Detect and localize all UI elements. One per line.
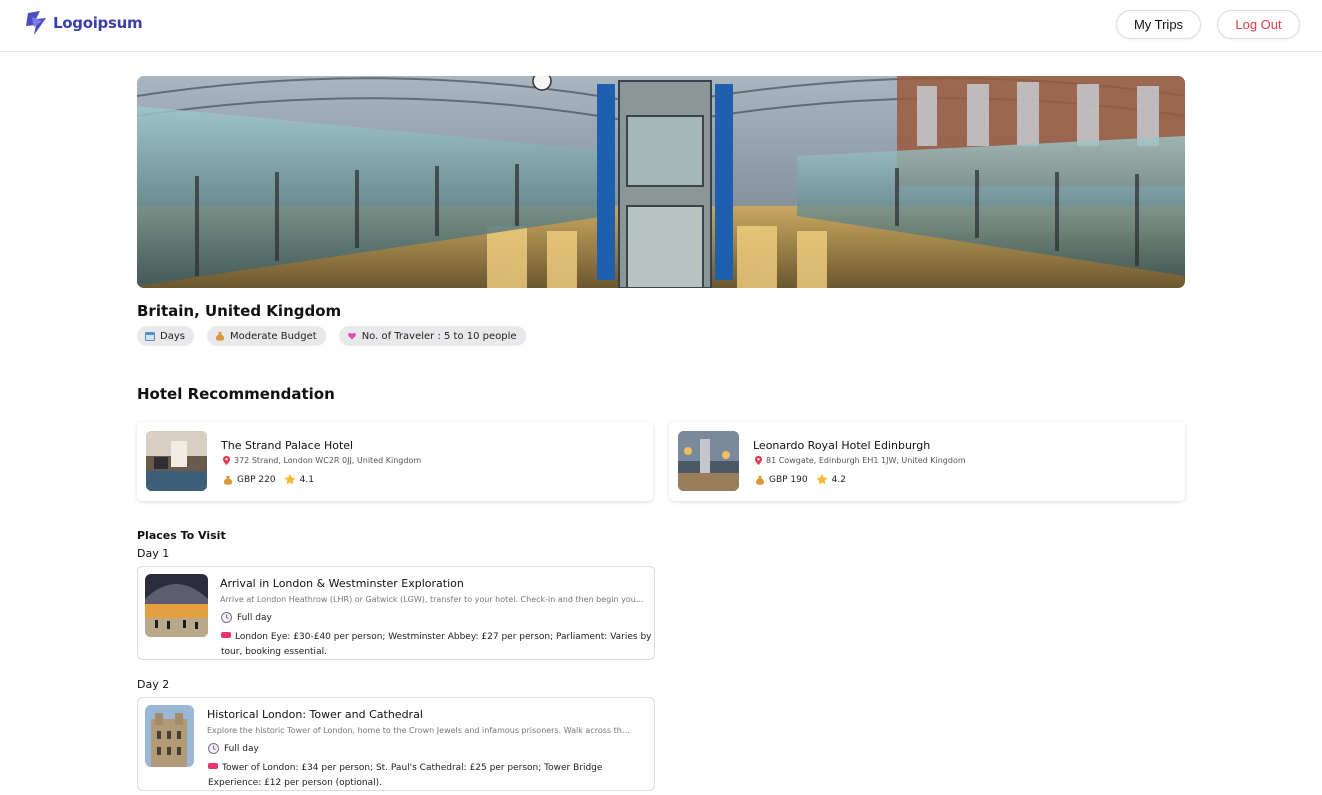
money-bag-icon [755,475,765,485]
hotel-name: Leonardo Royal Hotel Edinburgh [753,439,931,452]
place-price: Tower of London: £34 per person; St. Pau… [208,761,648,791]
place-description: Arrive at London Heathrow (LHR) or Gatwi… [220,595,645,604]
top-navbar: Logoipsum My Trips Log Out [0,0,1322,52]
hotel-card[interactable]: The Strand Palace Hotel 372 Strand, Lond… [137,422,653,501]
hotel-card[interactable]: Leonardo Royal Hotel Edinburgh 81 Cowgat… [669,422,1185,501]
logo-text: Logoipsum [53,14,143,32]
calendar-icon [145,332,155,341]
place-description: Explore the historic Tower of London, ho… [207,726,632,735]
destination-hero-image [137,76,1185,288]
days-chip: Days [137,326,194,346]
hotel-rating: 4.2 [831,474,846,485]
hotel-address-text: 81 Cowgate, Edinburgh EH1 1JW, United Ki… [766,456,966,465]
place-time: Full day [208,743,259,754]
hotel-price: GBP 220 [237,474,276,485]
budget-chip: Moderate Budget [206,326,326,346]
hotel-image [678,431,739,491]
hotel-rating: 4.1 [299,474,314,485]
day-label: Day 2 [137,678,170,691]
hotel-meta: GBP 190 4.2 [755,474,846,485]
trip-info-chips: Days Moderate Budget No. of Traveler : 5… [137,326,526,346]
hotel-meta: GBP 220 4.1 [223,474,314,485]
place-card[interactable]: Arrival in London & Westminster Explorat… [137,566,655,660]
ticket-icon [208,763,218,769]
place-name: Historical London: Tower and Cathedral [207,708,423,721]
money-bag-icon [223,475,233,485]
hotel-name: The Strand Palace Hotel [221,439,354,452]
clock-icon [208,743,219,754]
location-pin-icon [755,456,762,465]
day-label: Day 1 [137,547,170,560]
place-card[interactable]: Historical London: Tower and Cathedral E… [137,697,655,791]
place-image [145,705,194,767]
hotel-address: 372 Strand, London WC2R 0JJ, United King… [223,456,421,465]
budget-chip-label: Moderate Budget [229,330,317,342]
my-trips-button[interactable]: My Trips [1116,10,1201,39]
hotel-address-text: 372 Strand, London WC2R 0JJ, United King… [234,456,422,465]
hotel-address: 81 Cowgate, Edinburgh EH1 1JW, United Ki… [755,456,966,465]
logo[interactable]: Logoipsum [22,9,143,37]
place-time-text: Full day [237,612,272,623]
place-price: London Eye: £30-£40 per person; Westmins… [221,630,653,660]
star-icon [816,474,828,485]
places-section-title: Places To Visit [137,529,226,542]
travelers-chip-label: No. of Traveler : 5 to 10 people [361,330,517,342]
place-time: Full day [221,612,272,623]
heart-icon [347,332,356,340]
star-icon [284,474,296,485]
money-bag-icon [215,332,225,341]
hotel-image [146,431,207,491]
location-pin-icon [223,456,230,465]
days-chip-label: Days [160,330,185,342]
hotel-price: GBP 190 [769,474,808,485]
place-price-text: London Eye: £30-£40 per person; Westmins… [221,632,652,657]
place-image [145,574,208,637]
logout-button[interactable]: Log Out [1217,10,1300,39]
hotel-section-title: Hotel Recommendation [137,385,335,403]
ticket-icon [221,632,231,638]
destination-title: Britain, United Kingdom [137,302,342,320]
place-price-text: Tower of London: £34 per person; St. Pau… [208,763,603,788]
clock-icon [221,612,232,623]
logo-icon [26,11,46,35]
place-time-text: Full day [224,743,259,754]
place-name: Arrival in London & Westminster Explorat… [220,577,464,590]
travelers-chip: No. of Traveler : 5 to 10 people [338,326,526,346]
